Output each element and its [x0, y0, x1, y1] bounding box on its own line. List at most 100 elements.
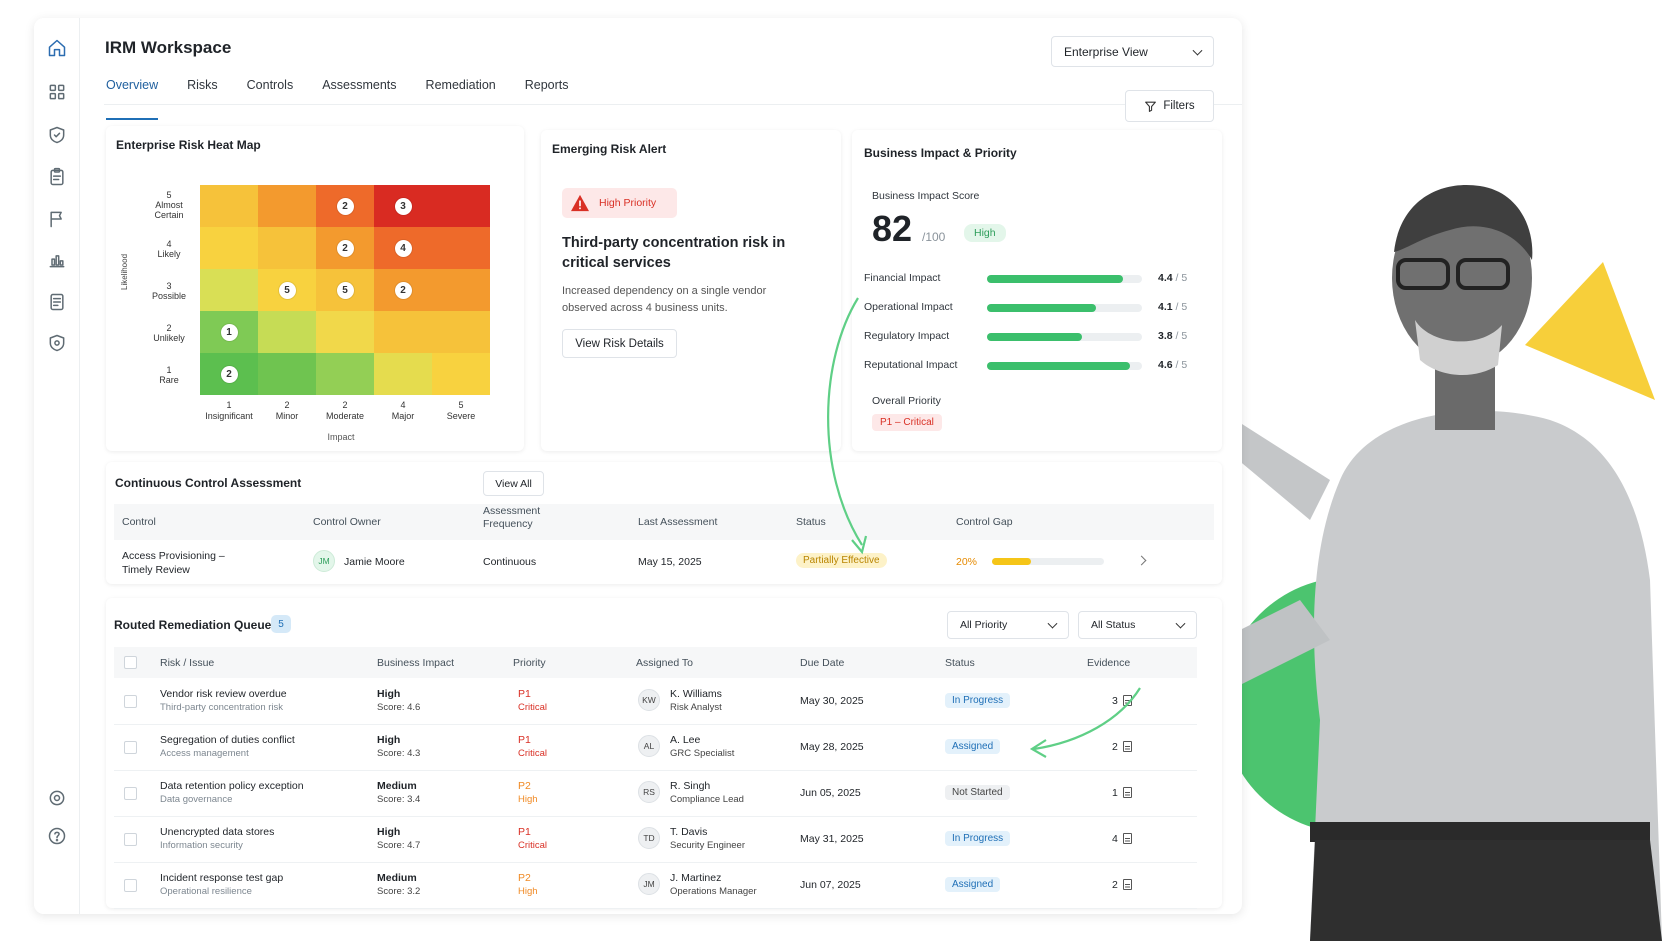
heatmap-cell[interactable]	[316, 353, 374, 395]
heatmap-cell[interactable]: 2	[316, 227, 374, 269]
heatmap-cell[interactable]	[316, 311, 374, 353]
queue-header: Status	[945, 657, 975, 669]
tab-reports[interactable]: Reports	[525, 76, 569, 120]
heatmap-cell[interactable]	[258, 185, 316, 227]
evidence-count: 2	[1112, 741, 1118, 753]
bar-chart-icon[interactable]	[45, 248, 69, 272]
filters-button[interactable]: Filters	[1125, 90, 1214, 122]
business-impact: Medium Score: 3.2	[377, 872, 420, 897]
document-icon[interactable]	[45, 290, 69, 314]
control-gap-value: 20%	[956, 556, 978, 568]
heatmap-cell[interactable]: 5	[258, 269, 316, 311]
row-label: Possible	[151, 291, 187, 301]
impact-level: High	[377, 734, 401, 746]
tab-assessments[interactable]: Assessments	[322, 76, 396, 120]
evidence[interactable]: 1	[1112, 787, 1132, 799]
heatmap-cell[interactable]	[432, 269, 490, 311]
evidence[interactable]: 3	[1112, 695, 1132, 707]
row-checkbox[interactable]	[124, 879, 137, 892]
home-icon[interactable]	[45, 36, 69, 60]
heatmap-cell[interactable]	[200, 227, 258, 269]
priority-label: High	[518, 886, 538, 897]
heatmap-cell[interactable]	[258, 311, 316, 353]
impact-score-label: Business Impact Score	[872, 190, 980, 202]
heatmap-cell[interactable]	[374, 353, 432, 395]
high-priority-badge: High Priority	[562, 188, 677, 218]
row-checkbox[interactable]	[124, 695, 137, 708]
priority-filter[interactable]: All Priority	[947, 611, 1069, 639]
flag-icon[interactable]	[45, 207, 69, 231]
select-all-checkbox[interactable]	[124, 656, 137, 669]
impact-score: Score: 4.6	[377, 702, 421, 713]
controls-header: Last Assessment	[638, 516, 718, 528]
status-badge: Assigned	[945, 877, 1001, 892]
document-icon	[1122, 833, 1132, 844]
heatmap-cell[interactable]: 4	[374, 227, 432, 269]
assigned-to: J. Martinez Operations Manager	[670, 872, 757, 897]
view-all-button[interactable]: View All	[483, 471, 544, 496]
evidence[interactable]: 4	[1112, 833, 1132, 845]
due-date: May 31, 2025	[800, 833, 864, 845]
evidence-count: 2	[1112, 879, 1118, 891]
impact-value-max: / 5	[1175, 272, 1188, 284]
control-name[interactable]: Access Provisioning – Timely Review	[122, 549, 242, 577]
view-risk-details-button[interactable]: View Risk Details	[562, 329, 677, 358]
heatmap-cell[interactable]: 5	[316, 269, 374, 311]
tab-overview[interactable]: Overview	[106, 76, 159, 120]
heatmap-cell[interactable]	[258, 353, 316, 395]
heatmap-col-label: 5 Severe	[426, 400, 496, 422]
heatmap-cell[interactable]	[258, 227, 316, 269]
grid-icon[interactable]	[45, 80, 69, 104]
priority: P1 Critical	[518, 688, 547, 713]
control-gap-bar	[992, 558, 1104, 565]
impact-score: Score: 4.7	[377, 840, 421, 851]
control-status-badge: Partially Effective	[796, 553, 887, 568]
queue-header: Risk / Issue	[160, 657, 215, 669]
heatmap-cell[interactable]	[374, 311, 432, 353]
heatmap-cell[interactable]: 2	[316, 185, 374, 227]
settings-icon[interactable]	[45, 786, 69, 810]
status-filter[interactable]: All Status	[1078, 611, 1197, 639]
assignee-avatar: AL	[638, 735, 660, 757]
view-all-label: View All	[495, 477, 532, 490]
clipboard-icon[interactable]	[45, 165, 69, 189]
impact-level: Medium	[377, 780, 417, 792]
evidence[interactable]: 2	[1112, 741, 1132, 753]
shield-star-icon[interactable]	[45, 331, 69, 355]
status-badge: Not Started	[945, 785, 1010, 800]
heatmap-cell[interactable]	[432, 353, 490, 395]
impact-score: Score: 3.2	[377, 886, 421, 897]
issue-category: Operational resilience	[160, 886, 252, 897]
priority-label: Critical	[518, 748, 548, 759]
impact-level: Medium	[377, 872, 417, 884]
filters-label: Filters	[1163, 100, 1195, 112]
business-impact: Medium Score: 3.4	[377, 780, 420, 805]
impact-value-max: / 5	[1175, 301, 1188, 313]
evidence[interactable]: 2	[1112, 879, 1132, 891]
row-checkbox[interactable]	[124, 833, 137, 846]
heatmap-cell[interactable]	[432, 185, 490, 227]
tab-controls[interactable]: Controls	[247, 76, 294, 120]
heatmap-cell[interactable]: 1	[200, 311, 258, 353]
assigned-to: K. Williams Risk Analyst	[670, 688, 722, 713]
heatmap-count: 5	[278, 281, 296, 299]
heatmap-cell[interactable]	[200, 185, 258, 227]
controls-header: Status	[796, 516, 826, 528]
shield-check-icon[interactable]	[45, 123, 69, 147]
help-icon[interactable]	[45, 824, 69, 848]
status-filter-value: All Status	[1091, 619, 1136, 631]
row-checkbox[interactable]	[124, 741, 137, 754]
heatmap-cell[interactable]: 2	[374, 269, 432, 311]
tab-remediation[interactable]: Remediation	[426, 76, 496, 120]
heatmap-cell[interactable]: 2	[200, 353, 258, 395]
heatmap-cell[interactable]	[200, 269, 258, 311]
row-checkbox[interactable]	[124, 787, 137, 800]
tab-risks[interactable]: Risks	[187, 76, 218, 120]
heatmap-cell[interactable]	[432, 227, 490, 269]
due-date: May 28, 2025	[800, 741, 864, 753]
view-select[interactable]: Enterprise View	[1051, 36, 1214, 67]
heatmap-row-label: 3 Possible	[138, 281, 200, 301]
heatmap-cell[interactable]: 3	[374, 185, 432, 227]
priority-code: P1	[518, 826, 531, 838]
heatmap-cell[interactable]	[432, 311, 490, 353]
